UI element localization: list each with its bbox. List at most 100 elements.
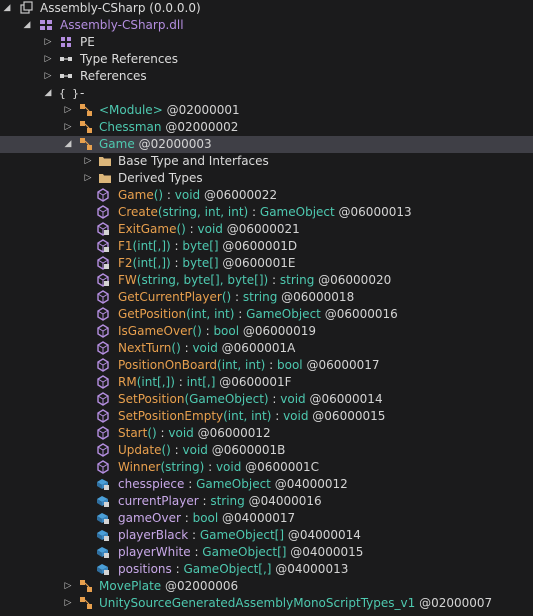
tree-node-field[interactable]: currentPlayer : string @04000016 — [0, 493, 533, 510]
method-token: @06000018 — [277, 290, 355, 304]
collapsed-arrow-icon[interactable]: ▷ — [63, 578, 73, 595]
collapsed-arrow-icon[interactable]: ▷ — [63, 102, 73, 119]
tree-node-base-types[interactable]: ▷ Base Type and Interfaces — [0, 153, 533, 170]
field-token: @04000014 — [284, 528, 361, 542]
method-sep: : — [248, 205, 260, 219]
tree-node-field[interactable]: playerWhite : GameObject[] @04000015 — [0, 544, 533, 561]
tree-node-field[interactable]: positions : GameObject[,] @04000013 — [0, 561, 533, 578]
tree-node-method[interactable]: FW(string, byte[], byte[]) : string @060… — [0, 272, 533, 289]
method-return-type: bool — [213, 324, 240, 338]
tree-node-method[interactable]: Update() : void @0600001B — [0, 442, 533, 459]
tree-node-method[interactable]: Start() : void @06000012 — [0, 425, 533, 442]
collapsed-arrow-icon[interactable]: ▷ — [83, 170, 93, 187]
tree-node-type-game[interactable]: ◢ Game @02000003 — [0, 136, 533, 153]
method-sep: : — [265, 358, 277, 372]
method-params: () — [171, 341, 181, 355]
tree-node-field[interactable]: playerBlack : GameObject[] @04000014 — [0, 527, 533, 544]
field-token: @04000016 — [244, 494, 322, 508]
method-return-type: void — [182, 443, 208, 457]
collapsed-arrow-icon[interactable]: ▷ — [63, 119, 73, 136]
tree-node-method[interactable]: SetPosition(GameObject) : void @06000014 — [0, 391, 533, 408]
method-params: (int[,]) — [132, 256, 171, 270]
method-name: IsGameOver — [118, 324, 193, 338]
method-icon — [97, 341, 109, 355]
method-sep: : — [163, 188, 175, 202]
method-name: Create — [118, 205, 158, 219]
field-sep: : — [184, 477, 197, 491]
method-params: (int, int) — [217, 358, 266, 372]
tree-node-method[interactable]: ExitGame() : void @06000021 — [0, 221, 533, 238]
expand-arrow-icon[interactable]: ◢ — [22, 17, 32, 34]
method-params: (string, byte[], byte[]) — [136, 273, 269, 287]
tree-node-method[interactable]: SetPositionEmpty(int, int) : void @06000… — [0, 408, 533, 425]
expand-arrow-icon[interactable]: ◢ — [63, 136, 73, 153]
tree-node-method[interactable]: RM(int[,]) : int[,] @0600001F — [0, 374, 533, 391]
collapsed-arrow-icon[interactable]: ▷ — [63, 595, 73, 612]
method-token: @06000019 — [239, 324, 316, 338]
field-type: GameObject[] — [202, 545, 287, 559]
field-icon — [97, 530, 109, 541]
tree-node-method[interactable]: F2(int[,]) : byte[] @0600001E — [0, 255, 533, 272]
tree-node-field[interactable]: chesspiece : GameObject @04000012 — [0, 476, 533, 493]
method-sep: : — [231, 290, 243, 304]
method-sep: : — [170, 239, 183, 253]
method-params: (string, int, int) — [157, 205, 249, 219]
collapsed-arrow-icon[interactable]: ▷ — [43, 68, 53, 85]
tree-node-method[interactable]: Winner(string) : void @0600001C — [0, 459, 533, 476]
method-sep: : — [174, 375, 187, 389]
class-icon — [80, 104, 92, 116]
tree-node-namespace[interactable]: ◢ { } - — [0, 85, 533, 102]
folder-icon — [99, 174, 111, 183]
tree-node-type-references[interactable]: ▷ Type References — [0, 51, 533, 68]
pe-icon — [61, 37, 71, 47]
tree-node-field[interactable]: gameOver : bool @04000017 — [0, 510, 533, 527]
method-signature: FW(string, byte[], byte[]) : string @060… — [118, 272, 391, 289]
tree-node-references[interactable]: ▷ References — [0, 68, 533, 85]
method-params: (int, int) — [186, 307, 235, 321]
field-sep: : — [188, 528, 200, 542]
tree-node-method[interactable]: Game() : void @06000022 — [0, 187, 533, 204]
method-name: F2 — [118, 256, 133, 270]
method-token: @0600001A — [217, 341, 296, 355]
expand-arrow-icon[interactable]: ◢ — [2, 0, 12, 17]
method-token: @0600001D — [218, 239, 298, 253]
field-signature: playerWhite : GameObject[] @04000015 — [118, 544, 363, 561]
method-return-type: string — [279, 273, 315, 287]
method-icon — [97, 307, 109, 321]
tree-node-method[interactable]: NextTurn() : void @0600001A — [0, 340, 533, 357]
tree-node-pe[interactable]: ▷ PE — [0, 34, 533, 51]
collapsed-arrow-icon[interactable]: ▷ — [43, 34, 53, 51]
folder-icon — [99, 157, 111, 166]
tree-node-type-unity-generated[interactable]: ▷ UnitySourceGeneratedAssemblyMonoScript… — [0, 595, 533, 612]
tree-node-assembly[interactable]: ◢ Assembly-CSharp (0.0.0.0) — [0, 0, 533, 17]
type-label: UnitySourceGeneratedAssemblyMonoScriptTy… — [99, 596, 493, 610]
tree-node-method[interactable]: F1(int[,]) : byte[] @0600001D — [0, 238, 533, 255]
method-icon — [97, 205, 109, 219]
method-name: SetPosition — [118, 392, 185, 406]
tree-node-method[interactable]: GetCurrentPlayer() : string @06000018 — [0, 289, 533, 306]
method-name: RM — [118, 375, 137, 389]
module-icon — [40, 20, 52, 30]
collapsed-arrow-icon[interactable]: ▷ — [43, 51, 53, 68]
tree-node-method[interactable]: Create(string, int, int) : GameObject @0… — [0, 204, 533, 221]
method-icon — [97, 273, 109, 287]
method-icon — [97, 443, 109, 457]
tree-node-derived-types[interactable]: ▷ Derived Types — [0, 170, 533, 187]
tree-node-type-moveplate[interactable]: ▷ MovePlate @02000006 — [0, 578, 533, 595]
tree-node-type-chessman[interactable]: ▷ Chessman @02000002 — [0, 119, 533, 136]
method-sep: : — [204, 460, 216, 474]
expand-arrow-icon[interactable]: ◢ — [43, 85, 53, 102]
tree-node-module[interactable]: ◢ Assembly-CSharp.dll — [0, 17, 533, 34]
tree-node-method[interactable]: IsGameOver() : bool @06000019 — [0, 323, 533, 340]
field-type: GameObject — [196, 477, 271, 491]
tree-node-method[interactable]: GetPosition(int, int) : GameObject @0600… — [0, 306, 533, 323]
collapsed-arrow-icon[interactable]: ▷ — [83, 153, 93, 170]
field-icon — [97, 547, 109, 558]
field-signature: currentPlayer : string @04000016 — [118, 493, 322, 510]
tree-node-method[interactable]: PositionOnBoard(int, int) : bool @060000… — [0, 357, 533, 374]
method-params: () — [161, 443, 171, 457]
tree-node-type-module[interactable]: ▷ <Module> @02000001 — [0, 102, 533, 119]
method-params: (string) — [160, 460, 205, 474]
method-params: () — [153, 188, 164, 202]
assembly-icon — [20, 1, 33, 14]
